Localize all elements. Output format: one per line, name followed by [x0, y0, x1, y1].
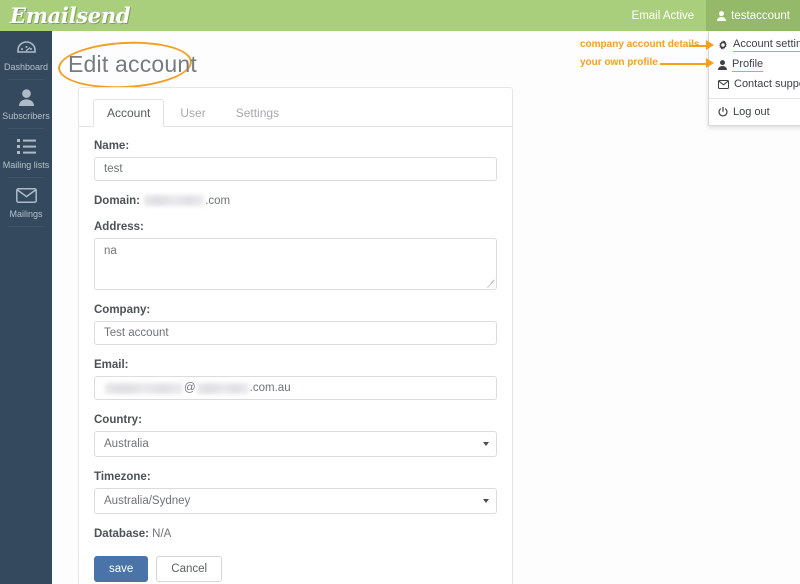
user-menu-label: testaccount: [731, 10, 790, 22]
domain-suffix: .com: [205, 195, 230, 207]
envelope-icon: [0, 187, 52, 205]
email-user-redacted-block: [105, 383, 183, 394]
sidebar-item-label: Mailings: [0, 209, 52, 220]
menu-item-contact-support[interactable]: Contact support: [709, 75, 800, 93]
annotation-arrow-1: [706, 40, 714, 50]
sidebar-item-mailing-lists[interactable]: Mailing lists: [0, 129, 52, 178]
address-label: Address:: [94, 221, 497, 233]
menu-item-profile[interactable]: Profile: [709, 55, 800, 75]
name-input[interactable]: [94, 157, 497, 181]
gear-icon: [718, 40, 728, 50]
name-label: Name:: [94, 140, 497, 152]
page-title: Edit account: [68, 51, 197, 78]
address-field-wrap: na: [94, 238, 497, 290]
user-menu-button[interactable]: testaccount: [706, 0, 800, 31]
database-label: Database:: [94, 528, 149, 540]
main-content: Edit account Account User Settings Name:…: [52, 31, 800, 584]
annotation-company-account-details: company account details: [580, 39, 699, 50]
database-row: Database: N/A: [94, 528, 497, 540]
menu-item-label: Account settings: [733, 38, 800, 52]
user-icon: [0, 89, 52, 107]
menu-item-account-settings[interactable]: Account settings: [709, 35, 800, 55]
company-label: Company:: [94, 304, 497, 316]
menu-item-label: Contact support: [734, 78, 800, 90]
timezone-select[interactable]: Australia/Sydney: [94, 488, 497, 514]
tab-bar: Account User Settings: [79, 88, 512, 127]
email-suffix: .com.au: [250, 382, 291, 394]
menu-item-label: Log out: [733, 106, 770, 118]
country-select[interactable]: Australia: [94, 431, 497, 457]
email-label: Email:: [94, 359, 497, 371]
menu-item-log-out[interactable]: Log out: [709, 103, 800, 121]
list-icon: [0, 138, 52, 156]
sidebar-item-mailings[interactable]: Mailings: [0, 178, 52, 227]
domain-label: Domain:: [94, 195, 140, 207]
menu-divider: [709, 98, 800, 99]
sidebar-item-label: Mailing lists: [0, 160, 52, 171]
tab-user[interactable]: User: [166, 99, 219, 127]
edit-account-card: Account User Settings Name: Domain: .com…: [78, 87, 513, 584]
cancel-button[interactable]: Cancel: [156, 556, 222, 582]
app-root: Emailsend Email Active testaccount Dashb…: [0, 0, 800, 584]
country-label: Country:: [94, 414, 497, 426]
envelope-icon: [718, 80, 729, 89]
database-value: N/A: [152, 528, 171, 540]
dashboard-icon: [0, 40, 52, 58]
header-right-group: Email Active testaccount: [620, 0, 800, 31]
save-button[interactable]: save: [94, 556, 148, 582]
domain-row: Domain: .com: [94, 195, 497, 207]
address-textarea[interactable]: na: [94, 238, 497, 290]
annotation-your-own-profile: your own profile: [580, 57, 658, 68]
email-active-label: Email Active: [632, 10, 695, 22]
brand-logo[interactable]: Emailsend: [10, 3, 130, 28]
email-active-status: Email Active: [620, 0, 707, 31]
annotation-line-2: [660, 63, 708, 65]
sidebar-item-label: Dashboard: [0, 62, 52, 73]
email-domain-redacted-block: [197, 383, 249, 394]
user-icon: [718, 60, 727, 70]
timezone-select-wrap: Australia/Sydney: [94, 488, 497, 514]
email-at-symbol: @: [184, 382, 196, 394]
tab-settings[interactable]: Settings: [222, 99, 293, 127]
account-form: Name: Domain: .com Address: na Company: …: [79, 127, 512, 582]
user-dropdown-menu: Account settings Profile Contact support…: [708, 31, 800, 126]
sidebar-item-subscribers[interactable]: Subscribers: [0, 80, 52, 129]
menu-item-label: Profile: [732, 58, 763, 72]
company-input[interactable]: [94, 321, 497, 345]
country-select-wrap: Australia: [94, 431, 497, 457]
timezone-label: Timezone:: [94, 471, 497, 483]
top-header-bar: Emailsend Email Active testaccount: [0, 0, 800, 31]
power-icon: [718, 107, 728, 117]
sidebar-item-label: Subscribers: [0, 111, 52, 122]
tab-account[interactable]: Account: [93, 99, 164, 127]
annotation-arrow-2: [706, 58, 714, 68]
email-input[interactable]: @ .com.au: [94, 376, 497, 400]
domain-redacted-block: [144, 195, 204, 206]
sidebar-nav: Dashboard Subscribers Mailing lists Mail…: [0, 31, 52, 584]
sidebar-item-dashboard[interactable]: Dashboard: [0, 31, 52, 80]
user-icon: [717, 11, 726, 21]
form-actions: save Cancel: [94, 556, 497, 582]
